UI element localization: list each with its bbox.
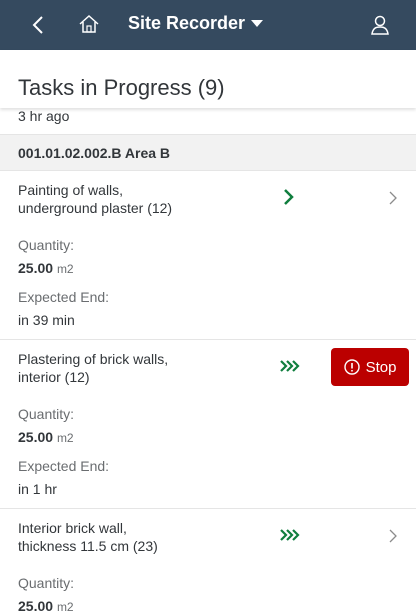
app-title: Site Recorder [128, 13, 246, 33]
task-title-line: thickness 11.5 cm (23) [18, 538, 158, 554]
group-title: 001.01.02.002.B Area B [18, 145, 171, 161]
group-header: 001.01.02.002.B Area B [0, 134, 416, 171]
navigation-arrow-icon[interactable] [388, 191, 398, 205]
page-title: Tasks in Progress (9) [18, 75, 225, 100]
quantity-label: Quantity: [18, 406, 75, 422]
task-title: Interior brick wall, thickness 11.5 cm (… [18, 519, 258, 555]
quantity-value: 25.00 m2 [18, 429, 74, 445]
shell-bar: Site Recorder [0, 0, 416, 50]
quantity-unit: m2 [56, 600, 74, 614]
triple-chevron-right-icon [280, 360, 300, 372]
task-title-line: interior (12) [18, 369, 90, 385]
back-icon[interactable] [28, 14, 50, 36]
task-item[interactable]: Plastering of brick walls, interior (12)… [0, 340, 416, 509]
quantity-value: 25.00 m2 [18, 598, 74, 614]
task-item[interactable]: Painting of walls, underground plaster (… [0, 171, 416, 340]
task-title: Plastering of brick walls, interior (12) [18, 350, 258, 386]
expected-end-label: Expected End: [18, 289, 110, 305]
quantity-number: 25.00 [18, 598, 54, 614]
app-title-menu[interactable]: Site Recorder [128, 13, 264, 34]
task-title-line: Plastering of brick walls, [18, 351, 169, 367]
user-icon[interactable] [368, 13, 392, 37]
expected-end-value: in 39 min [18, 312, 75, 328]
quantity-unit: m2 [56, 431, 74, 445]
quantity-number: 25.00 [18, 260, 54, 276]
caret-down-icon [251, 20, 264, 27]
triple-chevron-right-icon [280, 529, 300, 541]
expected-end-value: in 1 hr [18, 481, 57, 497]
stop-button[interactable]: Stop [331, 348, 409, 386]
quantity-label: Quantity: [18, 575, 75, 591]
navigation-arrow-icon[interactable] [388, 529, 398, 543]
task-list[interactable]: 3 hr ago 001.01.02.002.B Area B Painting… [0, 108, 416, 614]
task-title-line: Interior brick wall, [18, 520, 127, 536]
quantity-value: 25.00 m2 [18, 260, 74, 276]
task-title-line: Painting of walls, [18, 182, 124, 198]
alert-icon [343, 359, 360, 375]
home-icon[interactable] [78, 13, 100, 35]
quantity-label: Quantity: [18, 237, 75, 253]
quantity-number: 25.00 [18, 429, 54, 445]
stop-button-label: Stop [365, 358, 397, 376]
chevron-right-icon [284, 189, 294, 205]
quantity-unit: m2 [56, 262, 74, 276]
task-item[interactable]: Interior brick wall, thickness 11.5 cm (… [0, 509, 416, 614]
expected-end-label: Expected End: [18, 458, 110, 474]
task-title: Painting of walls, underground plaster (… [18, 181, 258, 217]
page-header: Tasks in Progress (9) [0, 50, 416, 108]
previous-item-time: 3 hr ago [18, 108, 70, 124]
task-title-line: underground plaster (12) [18, 200, 173, 216]
